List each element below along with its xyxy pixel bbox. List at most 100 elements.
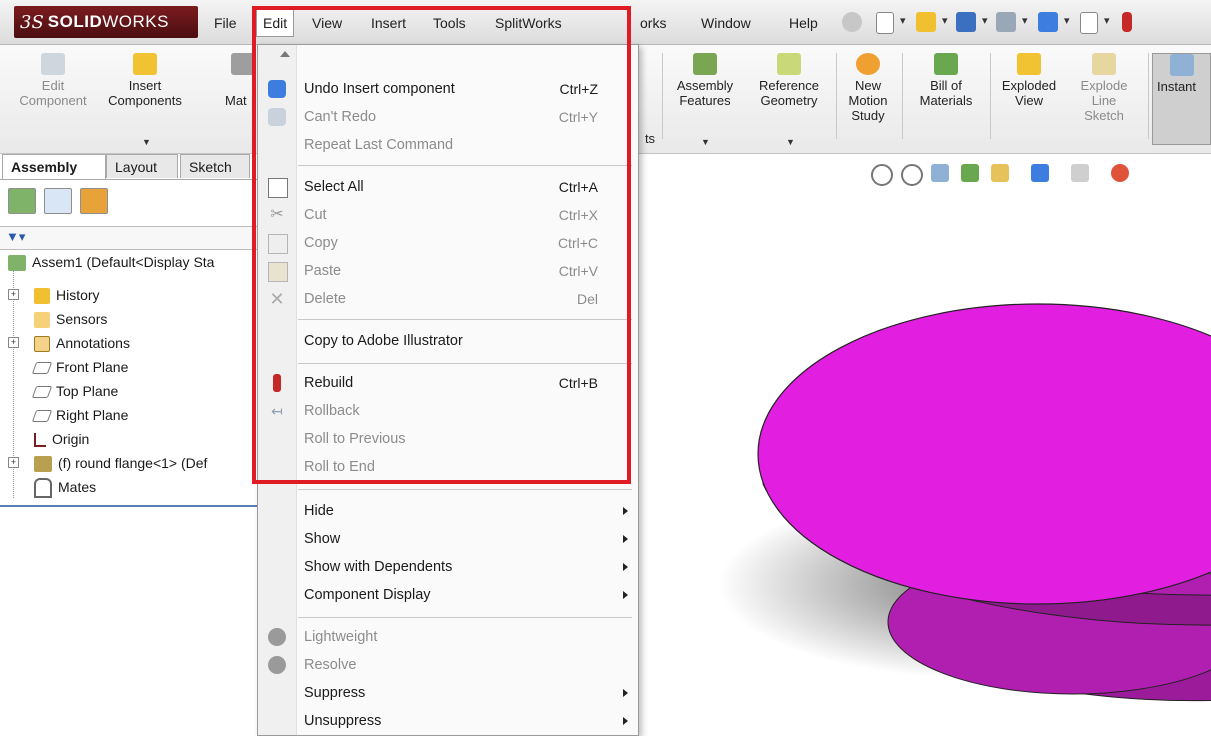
tab-sketch[interactable]: Sketch	[180, 154, 250, 178]
print-icon[interactable]	[996, 12, 1016, 32]
pin-icon[interactable]	[842, 12, 862, 32]
undo-icon[interactable]	[1038, 12, 1058, 32]
tab-assembly[interactable]: Assembly	[2, 154, 106, 180]
ribbon-separator	[836, 53, 837, 139]
submenu-arrow-icon	[623, 507, 628, 515]
chevron-down-icon[interactable]: ▾	[942, 14, 948, 27]
insert-components-icon	[133, 53, 157, 75]
menu-hide[interactable]: Hide	[258, 497, 636, 525]
chevron-down-icon[interactable]: ▾	[982, 14, 988, 27]
chevron-down-icon[interactable]: ▼	[786, 137, 795, 147]
menu-select-all[interactable]: Select All Ctrl+A	[258, 173, 636, 201]
logo-bold: SOLID	[47, 12, 103, 31]
menu-item-label: Paste	[304, 263, 342, 279]
menu-insert[interactable]: Insert	[365, 10, 412, 36]
feature-tree-icon[interactable]	[8, 188, 36, 214]
menu-copy-to-illustrator[interactable]: Copy to Adobe Illustrator	[258, 327, 636, 355]
reference-geometry-button[interactable]: Reference Geometry	[746, 53, 832, 108]
menu-suppress[interactable]: Suppress	[258, 679, 636, 707]
tree-item-round-flange[interactable]: (f) round flange<1> (Def	[34, 452, 207, 474]
mate-button[interactable]: Mat	[225, 53, 255, 108]
menu-show[interactable]: Show	[258, 525, 636, 553]
menu-separator	[298, 489, 632, 490]
feature-manager-panel: Assembly Layout Sketch ▼▾ Assem1 (Defaul…	[0, 154, 258, 726]
tree-item-sensors[interactable]: Sensors	[34, 308, 107, 330]
property-manager-icon[interactable]	[44, 188, 72, 214]
menu-cut[interactable]: ✂ Cut Ctrl+X	[258, 201, 636, 229]
menu-delete[interactable]: ✕ Delete Del	[258, 285, 636, 313]
solidworks-logo[interactable]: 3S SOLID WORKS	[14, 6, 198, 38]
select-pointer-icon[interactable]	[1080, 12, 1098, 34]
menu-help[interactable]: Help	[783, 10, 824, 36]
new-document-icon[interactable]	[876, 12, 894, 34]
explode-line-sketch-button[interactable]: Explode Line Sketch	[1066, 53, 1142, 123]
open-folder-icon[interactable]	[916, 12, 936, 32]
menu-resolve[interactable]: Resolve	[258, 651, 636, 679]
instant3d-button[interactable]: Instant	[1152, 53, 1211, 145]
save-icon[interactable]	[956, 12, 976, 32]
menu-redo[interactable]: Can't Redo Ctrl+Y	[258, 103, 636, 131]
scroll-up-icon[interactable]	[280, 51, 290, 57]
menu-paste[interactable]: Paste Ctrl+V	[258, 257, 636, 285]
insert-components-button[interactable]: Insert Components	[100, 53, 190, 108]
tab-layout[interactable]: Layout	[106, 154, 178, 178]
plane-icon	[31, 386, 53, 399]
edit-component-button[interactable]: Edit Component	[18, 53, 88, 108]
menu-lightweight[interactable]: Lightweight	[258, 623, 636, 651]
menu-copy[interactable]: Copy Ctrl+C	[258, 229, 636, 257]
menu-tools[interactable]: Tools	[427, 10, 472, 36]
tree-item-label: Origin	[52, 431, 90, 447]
expand-icon[interactable]: +	[8, 289, 19, 300]
tree-item-mates[interactable]: Mates	[34, 476, 96, 499]
bill-of-materials-button[interactable]: Bill of Materials	[906, 53, 986, 108]
menu-item-label: Show	[304, 531, 341, 547]
menu-rollback[interactable]: ↤ Rollback	[258, 397, 636, 425]
menu-file[interactable]: File	[208, 10, 243, 36]
menu-edit[interactable]: Edit	[256, 9, 295, 37]
menu-view[interactable]: View	[306, 10, 348, 36]
ribbon-separator	[1148, 53, 1149, 139]
tree-item-label: History	[56, 287, 100, 303]
menu-separator	[298, 617, 632, 618]
tree-item-annotations[interactable]: Annotations	[34, 332, 130, 354]
filter-icon[interactable]: ▼▾	[6, 229, 25, 245]
tree-item-assem1[interactable]: Assem1 (Default<Display Sta	[8, 251, 214, 273]
menu-roll-to-end[interactable]: Roll to End	[258, 453, 636, 481]
chevron-down-icon[interactable]: ▾	[1064, 14, 1070, 27]
menu-unsuppress[interactable]: Unsuppress	[258, 707, 636, 735]
ribbon-separator	[662, 53, 663, 139]
copy-icon	[268, 234, 288, 254]
chevron-down-icon[interactable]: ▾	[1022, 14, 1028, 27]
assembly-features-button[interactable]: Assembly Features	[668, 53, 742, 108]
menu-roll-to-previous[interactable]: Roll to Previous	[258, 425, 636, 453]
tree-item-label: Front Plane	[56, 359, 129, 375]
expand-icon[interactable]: +	[8, 457, 19, 468]
bill-of-materials-label: Bill of Materials	[919, 78, 973, 108]
menu-item-label: Roll to End	[304, 459, 375, 475]
tree-item-top-plane[interactable]: Top Plane	[31, 380, 118, 402]
rebuild-icon[interactable]	[1122, 12, 1132, 32]
menu-window[interactable]: Window	[695, 10, 757, 36]
menu-moldworks-tail[interactable]: orks	[634, 10, 672, 36]
expand-icon[interactable]: +	[8, 337, 19, 348]
tree-item-origin[interactable]: Origin	[34, 428, 89, 450]
menu-splitworks[interactable]: SplitWorks	[489, 10, 568, 36]
new-motion-study-button[interactable]: New Motion Study	[838, 53, 898, 123]
chevron-down-icon[interactable]: ▼	[142, 137, 151, 147]
tree-item-front-plane[interactable]: Front Plane	[31, 356, 129, 378]
chevron-down-icon[interactable]: ▼	[701, 137, 710, 147]
menu-component-display[interactable]: Component Display	[258, 581, 636, 609]
exploded-view-button[interactable]: Exploded View	[994, 53, 1064, 108]
chevron-down-icon[interactable]: ▾	[900, 14, 906, 27]
tree-filter-bar[interactable]: ▼▾	[0, 226, 258, 250]
chevron-down-icon[interactable]: ▾	[1104, 14, 1110, 27]
rollback-icon: ↤	[271, 403, 283, 419]
configuration-manager-icon[interactable]	[80, 188, 108, 214]
menu-repeat-last-command[interactable]: Repeat Last Command	[258, 131, 636, 159]
submenu-arrow-icon	[623, 689, 628, 697]
menu-show-with-dependents[interactable]: Show with Dependents	[258, 553, 636, 581]
tree-item-history[interactable]: History	[34, 284, 100, 306]
tree-item-right-plane[interactable]: Right Plane	[31, 404, 128, 426]
menu-undo[interactable]: Undo Insert component Ctrl+Z	[258, 75, 636, 103]
menu-rebuild[interactable]: Rebuild Ctrl+B	[258, 369, 636, 397]
